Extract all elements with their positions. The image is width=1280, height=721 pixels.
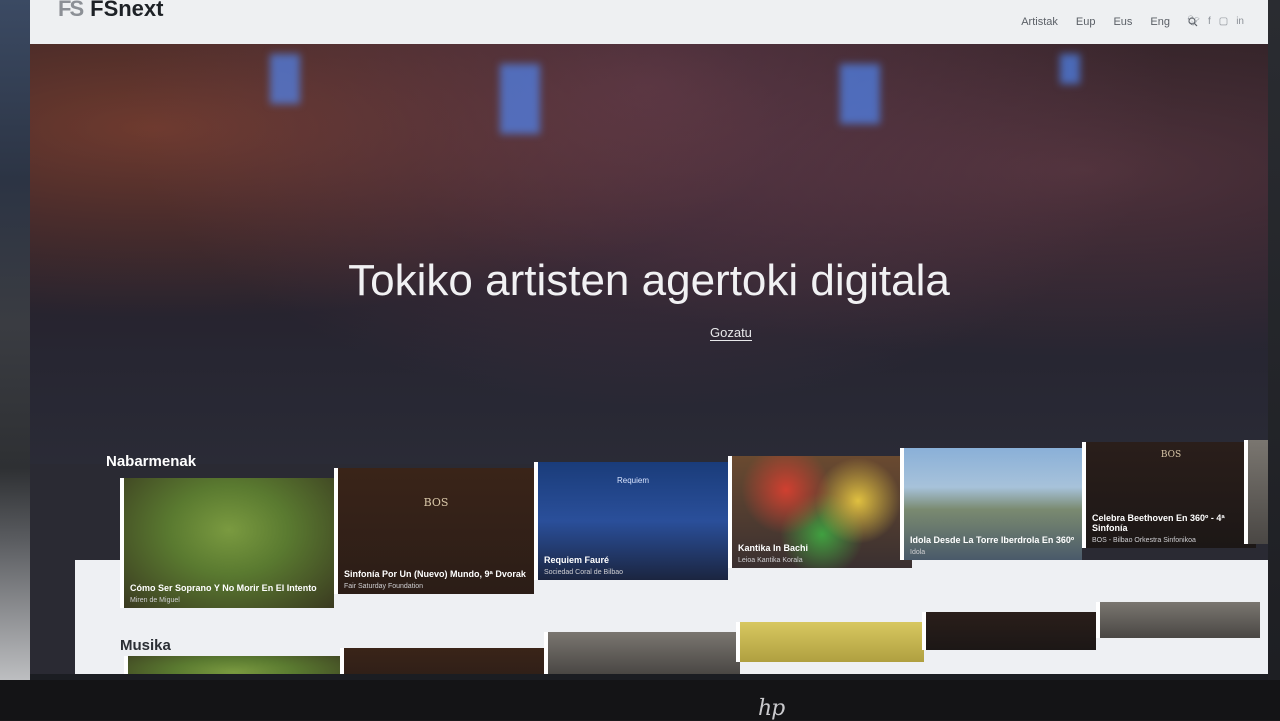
card-meta: Sinfonía Por Un (Nuevo) Mundo, 9ª Dvorak…: [344, 569, 528, 590]
logo-mark: FS: [58, 0, 84, 21]
card-subtitle: BOS - Bilbao Orkestra Sinfonikoa: [1092, 537, 1196, 544]
card-meta: Kantika In Bachi Leioa Kantika Korala: [738, 543, 906, 564]
card-thumbnail: [1248, 440, 1268, 544]
section-title-music: Musika: [120, 637, 171, 654]
card-title: Idola Desde La Torre Iberdrola En 360º: [910, 535, 1075, 545]
logo-text: FSnext: [90, 0, 164, 21]
card-thumbnail: [740, 622, 924, 662]
bos-logo: BOS: [1160, 450, 1182, 460]
video-card[interactable]: Requiem Requiem Fauré Sociedad Coral de …: [534, 462, 728, 580]
nav-item-eng[interactable]: Eng: [1150, 16, 1170, 29]
card-thumbnail: [548, 632, 740, 674]
card-thumbnail: [1100, 602, 1260, 638]
hero-cta-link[interactable]: Gozatu: [710, 325, 752, 341]
bos-logo: BOS: [423, 496, 449, 509]
card-subtitle: Fair Saturday Foundation: [344, 583, 423, 590]
video-card[interactable]: [736, 622, 924, 662]
video-card-partial[interactable]: [1244, 440, 1268, 544]
card-subtitle: Leioa Kantika Korala: [738, 557, 803, 564]
video-card[interactable]: BOS Sinfonía Por Un (Nuevo) Mundo, 9ª Dv…: [334, 468, 534, 594]
social-links: 🐦︎ f ▢ in: [1187, 16, 1244, 27]
hero-banner: Tokiko artisten agertoki digitala Gozatu: [30, 44, 1268, 464]
twitter-icon[interactable]: 🐦︎: [1187, 16, 1200, 27]
section-title-featured: Nabarmenak: [106, 453, 197, 470]
card-meta: Requiem Fauré Sociedad Coral de Bilbao: [544, 555, 722, 576]
card-meta: Idola Desde La Torre Iberdrola En 360º I…: [910, 535, 1076, 556]
site-header: FS FSnext Artistak Eup Eus Eng 🐦︎ f ▢ in: [30, 0, 1268, 45]
video-card[interactable]: Idola Desde La Torre Iberdrola En 360º I…: [900, 448, 1082, 560]
card-subtitle: Idola: [910, 549, 926, 556]
nav-item-eus[interactable]: Eus: [1113, 16, 1132, 29]
video-card[interactable]: [1096, 602, 1260, 638]
card-title: Cómo Ser Soprano Y No Morir En El Intent…: [130, 583, 317, 593]
card-thumbnail: [926, 612, 1096, 650]
nav-item-eup[interactable]: Eup: [1076, 16, 1096, 29]
stage-light: [840, 64, 880, 124]
video-card[interactable]: BOS Celebra Beethoven En 360º - 4ª Sinfo…: [1082, 442, 1256, 548]
card-title: Requiem Fauré: [544, 555, 610, 565]
card-title: Kantika In Bachi: [738, 543, 809, 553]
card-title: Celebra Beethoven En 360º - 4ª Sinfonía: [1092, 513, 1225, 533]
instagram-icon[interactable]: ▢: [1219, 16, 1228, 27]
stage-light: [1060, 54, 1080, 84]
site-logo[interactable]: FS FSnext: [58, 0, 163, 22]
nav-item-artistak[interactable]: Artistak: [1021, 16, 1058, 29]
video-card[interactable]: [544, 632, 740, 674]
linkedin-icon[interactable]: in: [1236, 16, 1244, 27]
main-nav: Artistak Eup Eus Eng: [1021, 16, 1198, 29]
requiem-thumb-text: Requiem: [616, 476, 649, 485]
video-card[interactable]: [922, 612, 1096, 650]
card-meta: Celebra Beethoven En 360º - 4ª Sinfonía …: [1092, 513, 1250, 544]
hero-title: Tokiko artisten agertoki digitala: [348, 256, 950, 305]
card-subtitle: Miren de Miguel: [130, 597, 180, 604]
hp-logo: hp: [758, 696, 785, 721]
video-card[interactable]: Cómo Ser Soprano Y No Morir En El Intent…: [120, 478, 334, 608]
card-title: Sinfonía Por Un (Nuevo) Mundo, 9ª Dvorak: [344, 569, 526, 579]
card-subtitle: Sociedad Coral de Bilbao: [544, 569, 623, 576]
stage-light: [270, 54, 300, 104]
monitor-screen: FS FSnext Artistak Eup Eus Eng 🐦︎ f ▢ in…: [30, 0, 1268, 690]
facebook-icon[interactable]: f: [1208, 16, 1211, 27]
stage-light: [500, 64, 540, 134]
video-card[interactable]: Kantika In Bachi Leioa Kantika Korala: [728, 456, 912, 568]
card-meta: Cómo Ser Soprano Y No Morir En El Intent…: [130, 583, 328, 604]
monitor-bezel: [0, 680, 1280, 720]
